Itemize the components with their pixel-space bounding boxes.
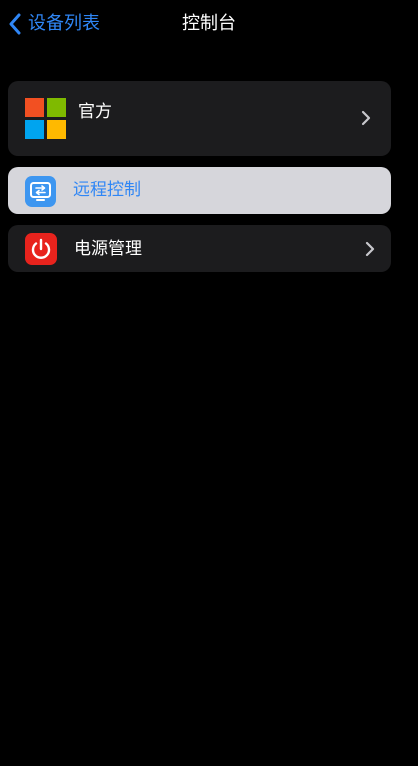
chevron-right-icon xyxy=(365,241,375,257)
page-title: 控制台 xyxy=(182,13,236,34)
menu-item-remote-control[interactable]: 远程控制 xyxy=(8,167,391,214)
power-icon xyxy=(25,233,57,265)
menu-item-official[interactable]: 官方 xyxy=(8,81,391,156)
microsoft-logo-icon xyxy=(25,98,66,139)
menu-item-power-management[interactable]: 电源管理 xyxy=(8,225,391,272)
menu-item-label: 官方 xyxy=(78,102,112,122)
menu-item-label: 远程控制 xyxy=(73,180,141,200)
remote-control-icon xyxy=(25,176,56,207)
navigation-bar: 设备列表 控制台 xyxy=(0,0,418,50)
chevron-right-icon xyxy=(361,110,371,126)
menu-item-label: 电源管理 xyxy=(74,239,142,259)
